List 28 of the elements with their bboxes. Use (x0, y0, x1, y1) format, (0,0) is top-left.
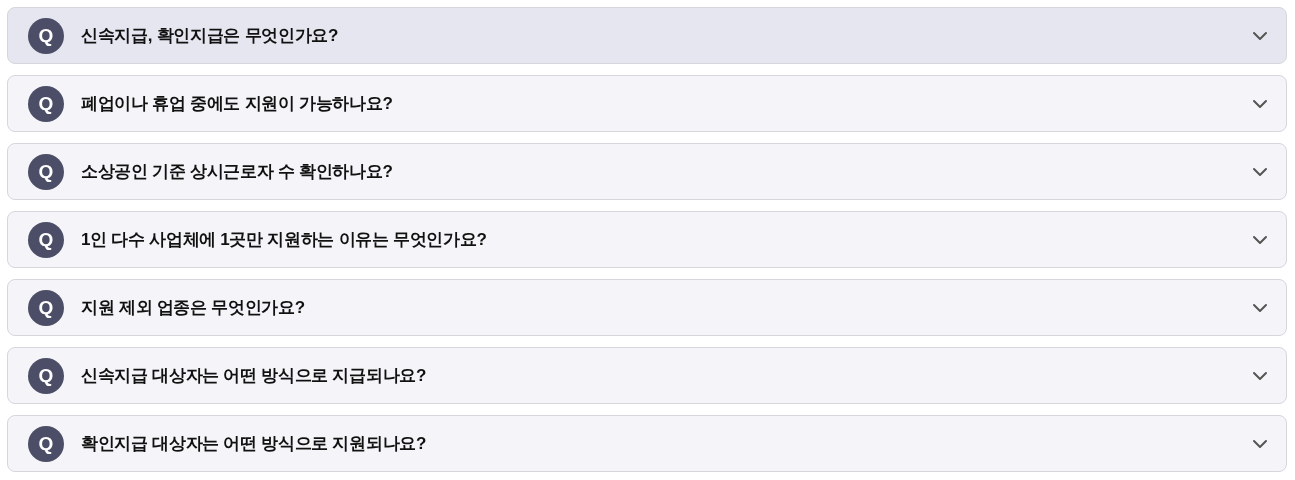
faq-item[interactable]: Q 1인 다수 사업체에 1곳만 지원하는 이유는 무엇인가요? (7, 211, 1287, 268)
question-badge: Q (28, 221, 64, 258)
faq-item[interactable]: Q 지원 제외 업종은 무엇인가요? (7, 279, 1287, 336)
question-text: 1인 다수 사업체에 1곳만 지원하는 이유는 무엇인가요? (81, 229, 488, 251)
question-badge: Q (28, 153, 64, 190)
question-text: 확인지급 대상자는 어떤 방식으로 지원되나요? (81, 433, 428, 455)
question-text: 신속지급, 확인지급은 무엇인가요? (81, 25, 340, 47)
faq-item[interactable]: Q 확인지급 대상자는 어떤 방식으로 지원되나요? (7, 415, 1287, 472)
question-text: 폐업이나 휴업 중에도 지원이 가능하나요? (81, 93, 394, 115)
chevron-icon (1252, 98, 1268, 109)
question-badge: Q (28, 17, 64, 54)
question-text: 신속지급 대상자는 어떤 방식으로 지급되나요? (81, 365, 428, 387)
question-badge: Q (28, 289, 64, 326)
chevron-icon (1252, 302, 1268, 313)
chevron-icon (1252, 370, 1268, 381)
faq-item[interactable]: Q 신속지급, 확인지급은 무엇인가요? (7, 7, 1287, 64)
faq-item[interactable]: Q 폐업이나 휴업 중에도 지원이 가능하나요? (7, 75, 1287, 132)
faq-item[interactable]: Q 소상공인 기준 상시근로자 수 확인하나요? (7, 143, 1287, 200)
chevron-icon (1252, 30, 1268, 41)
chevron-icon (1252, 438, 1268, 449)
question-text: 지원 제외 업종은 무엇인가요? (81, 297, 306, 319)
faq-item[interactable]: Q 신속지급 대상자는 어떤 방식으로 지급되나요? (7, 347, 1287, 404)
question-text: 소상공인 기준 상시근로자 수 확인하나요? (81, 161, 394, 183)
question-badge: Q (28, 425, 64, 462)
question-badge: Q (28, 357, 64, 394)
question-badge: Q (28, 85, 64, 122)
chevron-icon (1252, 166, 1268, 177)
chevron-icon (1252, 234, 1268, 245)
